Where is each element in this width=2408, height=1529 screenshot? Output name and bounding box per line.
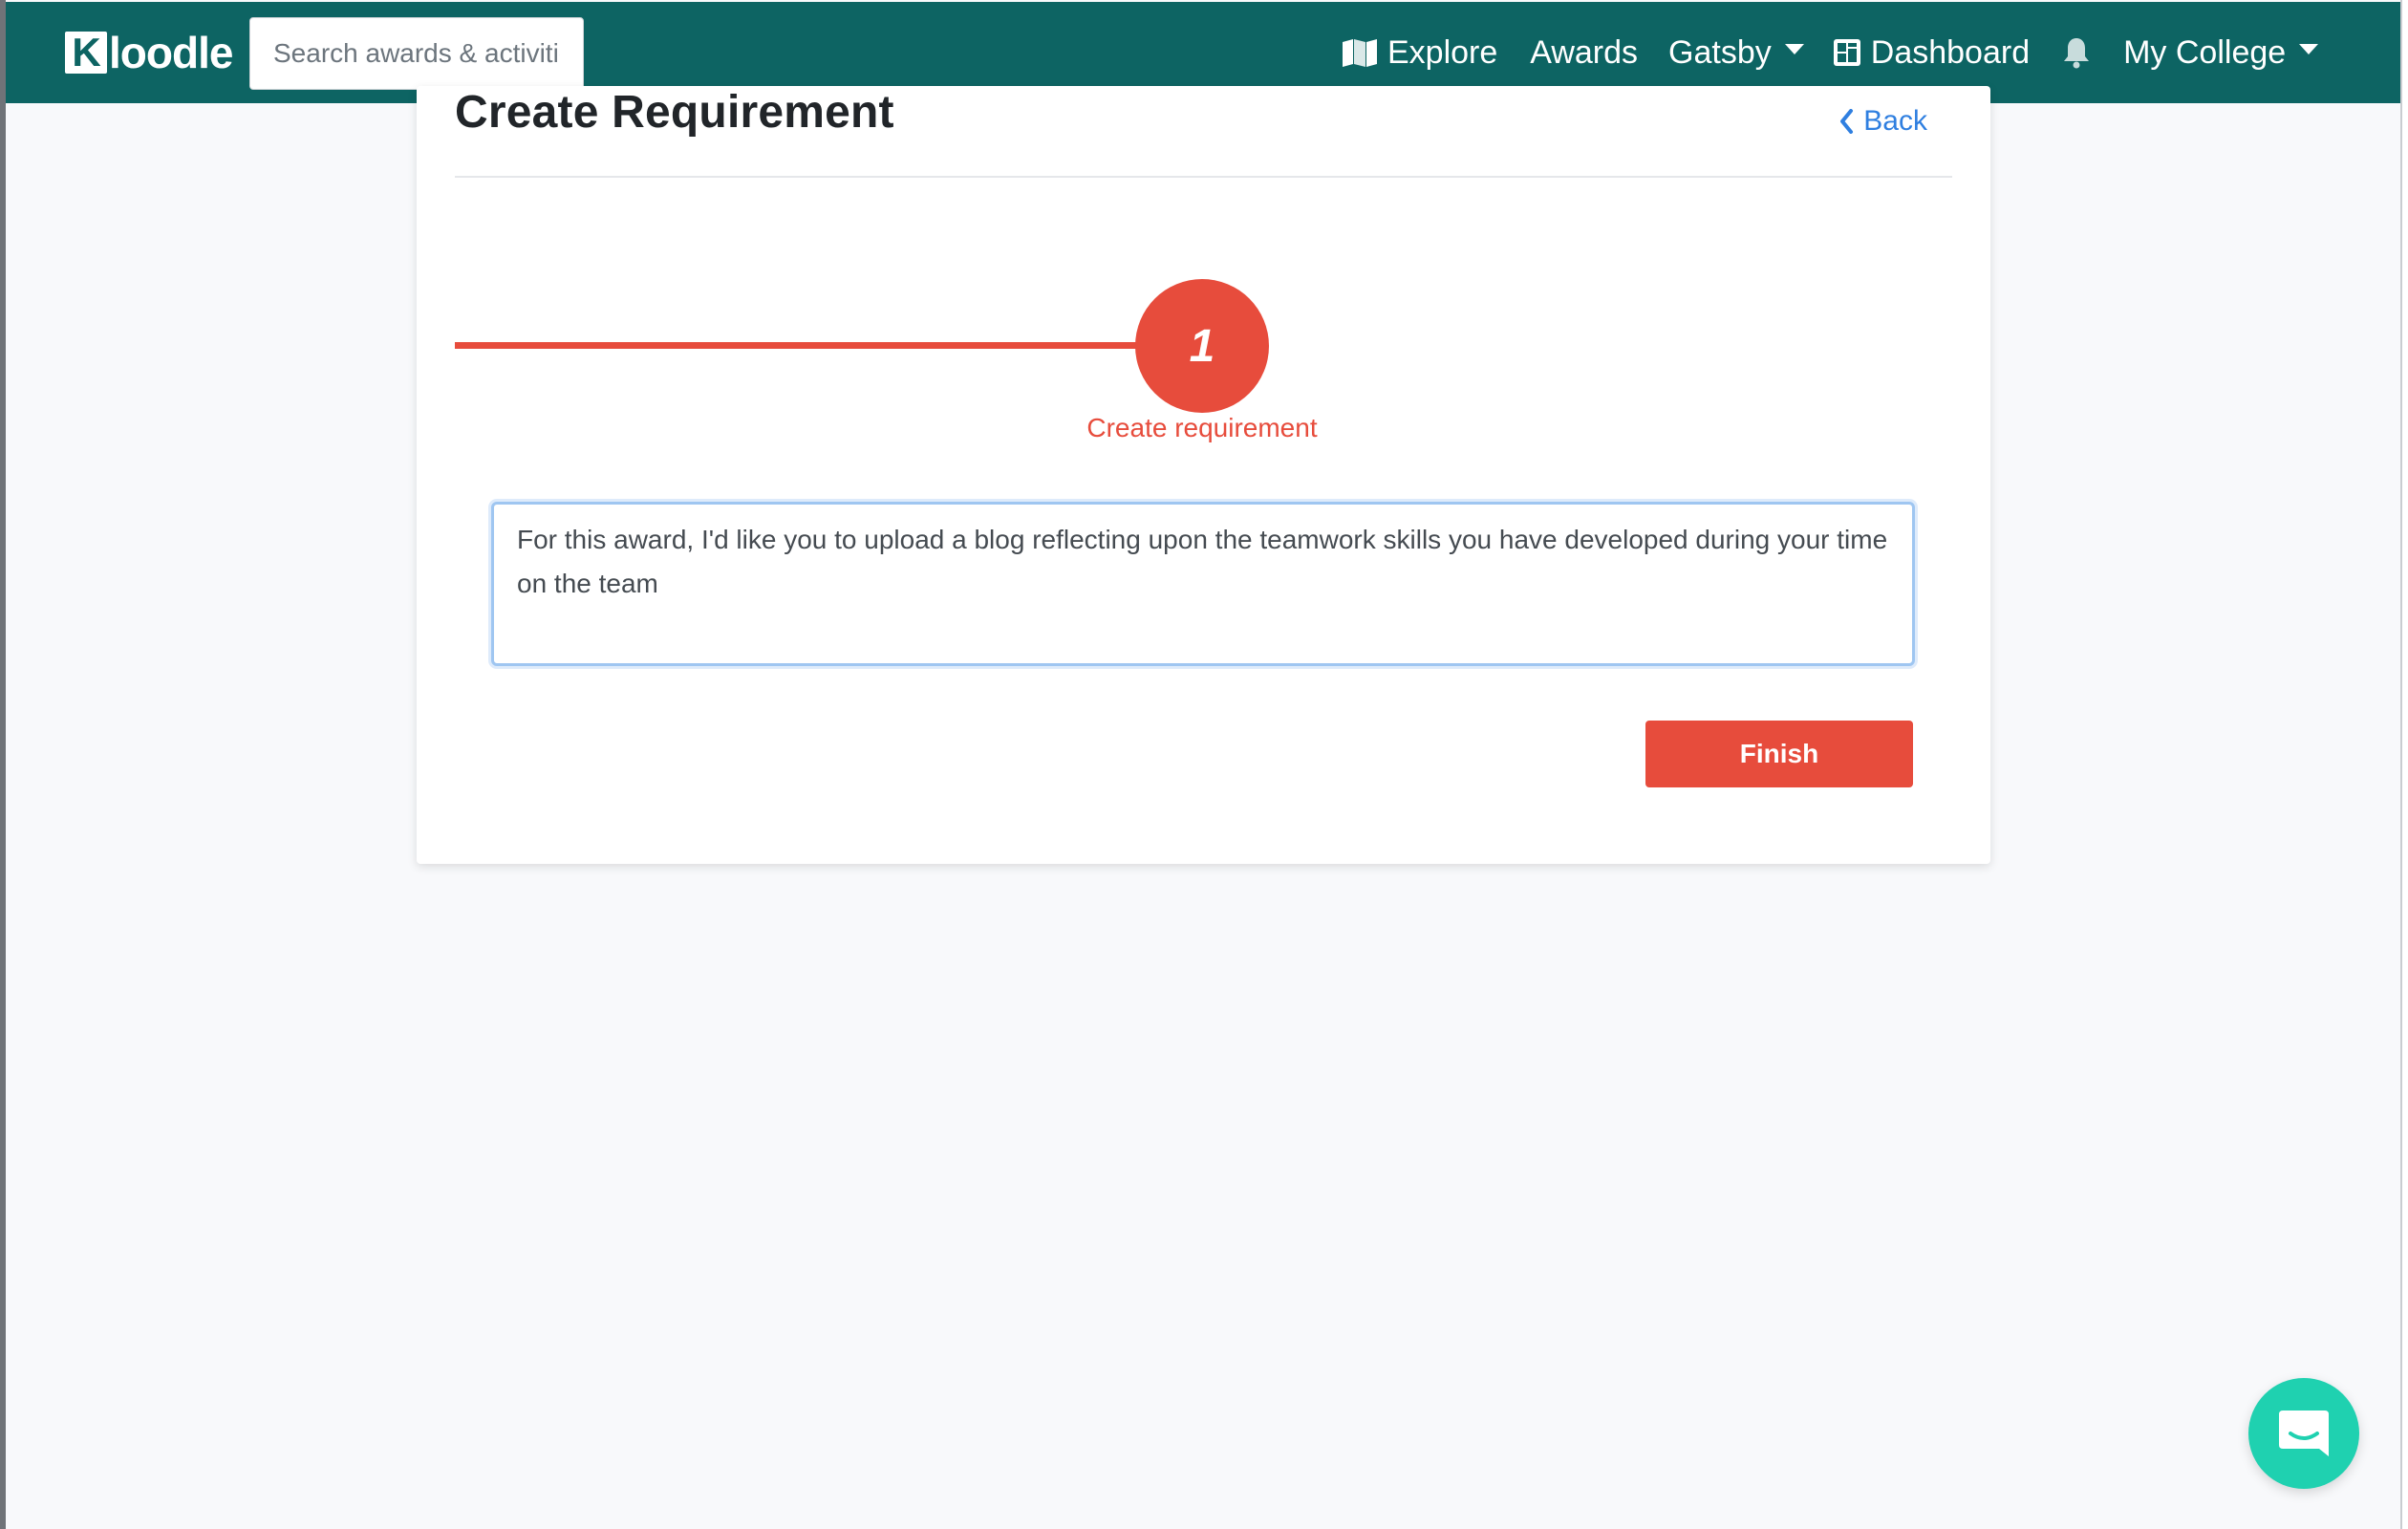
chat-launcher-button[interactable] <box>2248 1378 2359 1489</box>
right-window-edge <box>2400 0 2408 1529</box>
nav-explore-label: Explore <box>1387 33 1498 71</box>
nav-explore[interactable]: Explore <box>1342 34 1497 72</box>
requirement-textarea[interactable]: For this award, I'd like you to upload a… <box>491 502 1915 666</box>
finish-button[interactable]: Finish <box>1645 721 1913 787</box>
nav-awards[interactable]: Awards <box>1530 34 1638 72</box>
kloodle-logo[interactable]: Kloodle <box>65 27 233 78</box>
step-label: Create requirement <box>1086 413 1318 442</box>
nav-dashboard-label: Dashboard <box>1870 33 2031 71</box>
bell-icon <box>2062 36 2091 69</box>
step-progress-line <box>455 342 1143 349</box>
search-input[interactable] <box>249 17 584 90</box>
nav-awards-label: Awards <box>1530 33 1639 71</box>
left-window-edge <box>0 0 6 1529</box>
chevron-down-icon <box>2299 43 2319 54</box>
map-icon <box>1342 38 1378 67</box>
nav-gatsby-label: Gatsby <box>1668 33 1772 71</box>
notifications-button[interactable] <box>2062 36 2100 69</box>
back-label: Back <box>1863 105 1927 137</box>
create-requirement-card: Create Requirement Back 1 Create require… <box>417 86 1990 864</box>
nav-dashboard[interactable]: Dashboard <box>1833 34 2030 72</box>
chevron-down-icon <box>1784 43 1804 54</box>
header-divider <box>455 176 1952 178</box>
chevron-left-icon <box>1838 109 1854 134</box>
logo-mark: K <box>65 30 107 75</box>
page-title: Create Requirement <box>455 87 894 138</box>
back-link[interactable]: Back <box>1838 105 1927 138</box>
nav-college-dropdown[interactable]: My College <box>2123 33 2319 72</box>
nav-college-label: My College <box>2123 33 2287 71</box>
nav-gatsby-dropdown[interactable]: Gatsby <box>1668 34 1804 72</box>
logo-wordmark: loodle <box>109 28 233 77</box>
dashboard-icon <box>1833 38 1861 67</box>
chat-icon <box>2275 1407 2333 1460</box>
step-indicator: 1 <box>1135 279 1269 413</box>
